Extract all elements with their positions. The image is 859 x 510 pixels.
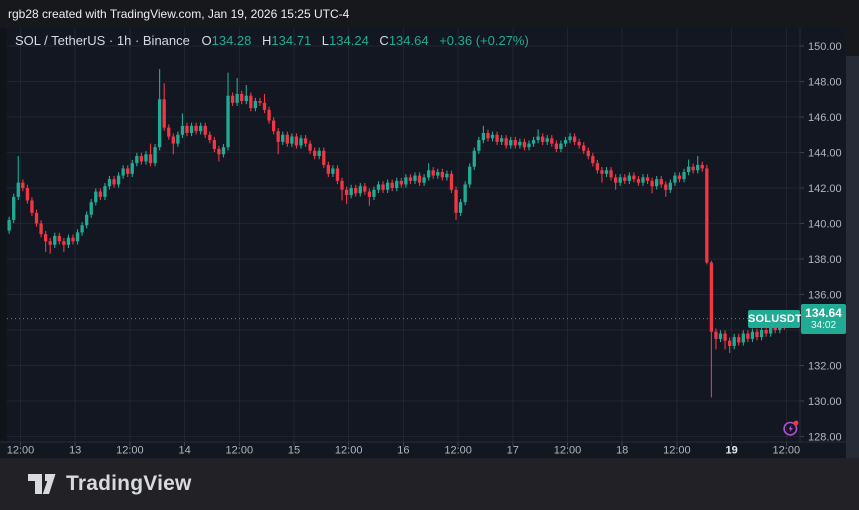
ohlc-high: H134.71: [262, 33, 311, 48]
tradingview-logo-icon[interactable]: [28, 474, 56, 494]
notification-dot: [794, 421, 799, 426]
chart-area: 150.00148.00146.00144.00142.00140.00138.…: [0, 28, 846, 458]
attribution-text: rgb28 created with TradingView.com, Jan …: [8, 7, 349, 21]
change-value: +0.36 (+0.27%): [439, 33, 529, 48]
last-price-value: 134.64: [801, 306, 846, 320]
symbol-legend: SOL / TetherUS · 1h · Binance O134.28 H1…: [15, 33, 529, 53]
ohlc-open: O134.28: [202, 33, 252, 48]
footer-bar: TradingView: [0, 458, 859, 510]
last-price-box: 134.64 34:02: [801, 304, 846, 334]
chart-plot-pane[interactable]: [7, 28, 800, 442]
flash-glyph: [789, 425, 793, 432]
time-scale[interactable]: [0, 442, 800, 458]
speedometer-icon[interactable]: [782, 419, 800, 437]
attribution-bar: rgb28 created with TradingView.com, Jan …: [0, 0, 859, 28]
price-scale[interactable]: [800, 28, 846, 442]
tradingview-wordmark[interactable]: TradingView: [66, 472, 192, 496]
price-line-symbol-label: SOLUSDT: [748, 310, 800, 328]
ohlc-close: C134.64: [379, 33, 428, 48]
ohlc-low: L134.24: [322, 33, 369, 48]
bar-countdown: 34:02: [801, 320, 846, 331]
symbol-title[interactable]: SOL / TetherUS · 1h · Binance: [15, 33, 190, 48]
page-edge-strip: [846, 56, 859, 486]
